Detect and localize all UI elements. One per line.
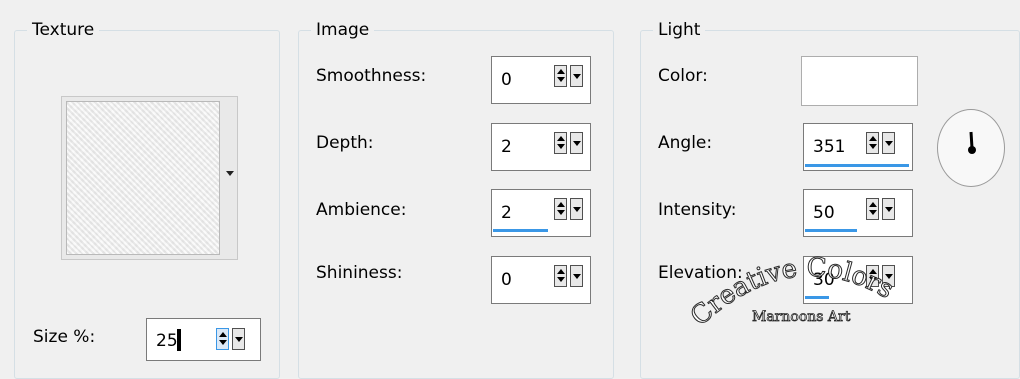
depth-spin-dropdown-icon[interactable] <box>570 132 583 154</box>
light-color-swatch[interactable] <box>801 56 918 106</box>
size-stepper[interactable]: 25 <box>146 318 261 361</box>
size-label: Size %: <box>33 327 96 347</box>
image-legend: Image <box>311 18 375 42</box>
ambience-spin-dropdown-icon[interactable] <box>570 198 583 220</box>
elevation-input[interactable]: 30 <box>813 270 835 290</box>
intensity-input[interactable]: 50 <box>813 203 835 223</box>
size-input[interactable]: 25 <box>156 331 178 351</box>
angle-label: Angle: <box>658 133 713 153</box>
smoothness-input[interactable]: 0 <box>501 70 512 90</box>
smoothness-spin-dropdown-icon[interactable] <box>570 65 583 87</box>
elevation-spin-dropdown-icon[interactable] <box>882 265 895 287</box>
elevation-label: Elevation: <box>658 263 743 283</box>
shininess-stepper[interactable]: 0 <box>491 256 591 304</box>
elevation-spin-updown-icon[interactable] <box>866 265 879 287</box>
angle-input[interactable]: 351 <box>813 137 845 157</box>
ambience-input[interactable]: 2 <box>501 203 512 223</box>
shininess-spin-updown-icon[interactable] <box>554 265 567 287</box>
intensity-spin-updown-icon[interactable] <box>866 198 879 220</box>
intensity-label: Intensity: <box>658 200 737 220</box>
intensity-focus-bar <box>805 229 857 232</box>
size-spin-dropdown-icon[interactable] <box>232 328 245 350</box>
angle-spin-updown-icon[interactable] <box>866 132 879 154</box>
angle-focus-bar <box>805 164 909 167</box>
smoothness-label: Smoothness: <box>316 66 427 86</box>
intensity-spin-dropdown-icon[interactable] <box>882 198 895 220</box>
image-group: Image Smoothness: 0 Depth: 2 Ambience: 2… <box>298 18 614 379</box>
texture-legend: Texture <box>27 18 100 42</box>
depth-input[interactable]: 2 <box>501 137 512 157</box>
light-group: Light Color: Angle: 351 Intensity: 50 El… <box>640 18 1020 379</box>
elevation-focus-bar <box>805 296 829 299</box>
texture-preview <box>66 101 220 255</box>
elevation-stepper[interactable]: 30 <box>803 256 913 304</box>
color-label: Color: <box>658 66 708 86</box>
texture-group: Texture Size %: 25 <box>14 18 280 379</box>
ambience-spin-updown-icon[interactable] <box>554 198 567 220</box>
depth-label: Depth: <box>316 133 374 153</box>
depth-spin-updown-icon[interactable] <box>554 132 567 154</box>
angle-spin-dropdown-icon[interactable] <box>882 132 895 154</box>
shininess-spin-dropdown-icon[interactable] <box>570 265 583 287</box>
shininess-input[interactable]: 0 <box>501 270 512 290</box>
texture-swatch-dropdown[interactable] <box>61 96 238 260</box>
light-legend: Light <box>653 18 706 42</box>
angle-dial[interactable] <box>937 109 1005 187</box>
shininess-label: Shininess: <box>316 263 403 283</box>
size-spin-updown-icon[interactable] <box>216 328 229 350</box>
ambience-focus-bar <box>493 229 548 232</box>
depth-stepper[interactable]: 2 <box>491 123 591 171</box>
angle-needle-icon <box>968 131 976 154</box>
angle-stepper[interactable]: 351 <box>803 123 913 171</box>
chevron-down-icon <box>226 171 234 176</box>
ambience-label: Ambience: <box>316 200 407 220</box>
smoothness-stepper[interactable]: 0 <box>491 56 591 104</box>
text-cursor <box>177 329 181 351</box>
smoothness-spin-updown-icon[interactable] <box>554 65 567 87</box>
intensity-stepper[interactable]: 50 <box>803 189 913 237</box>
ambience-stepper[interactable]: 2 <box>491 189 591 237</box>
